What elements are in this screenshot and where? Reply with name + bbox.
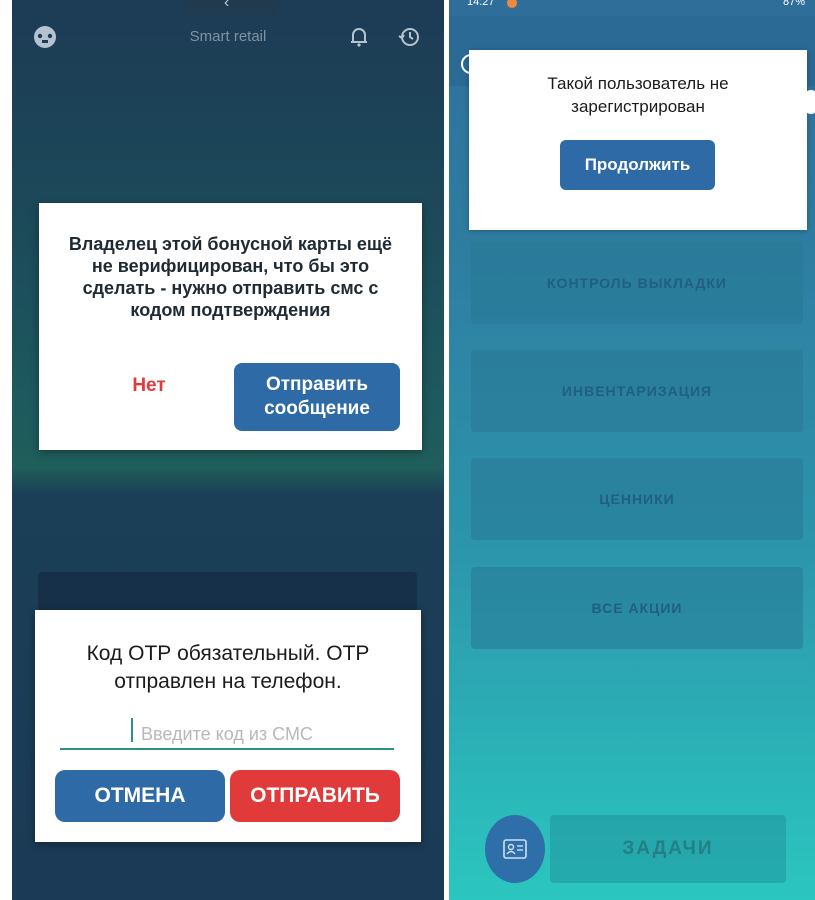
verify-message: Владелец этой бонусной карты ещё не вери… xyxy=(68,234,393,320)
app-title: Smart retail xyxy=(189,28,267,45)
right-screen: 14:27 87% КОНТРОЛЬ ВЫКЛАДКИ ИНВЕНТАРИЗАЦ… xyxy=(449,0,815,900)
back-chevron-icon[interactable]: ‹ xyxy=(184,0,276,14)
unregistered-message: Такой пользователь не зарегистрирован xyxy=(547,74,729,116)
menu-item-display-control[interactable]: КОНТРОЛЬ ВЫКЛАДКИ xyxy=(471,242,803,324)
status-time: 14:27 xyxy=(467,0,495,8)
contact-card-icon xyxy=(503,839,527,859)
no-button[interactable]: Нет xyxy=(109,375,189,397)
menu-item-price-tags[interactable]: ЦЕННИКИ xyxy=(471,458,803,540)
battery-level: 87% xyxy=(782,0,805,8)
text-caret xyxy=(131,718,133,742)
status-bar: 14:27 87% xyxy=(449,0,815,16)
history-icon[interactable] xyxy=(396,24,422,50)
menu-item-all-promotions[interactable]: ВСЕ АКЦИИ xyxy=(471,567,803,649)
unregistered-user-dialog: Такой пользователь не зарегистрирован Пр… xyxy=(469,50,807,230)
menu-item-inventory[interactable]: ИНВЕНТАРИЗАЦИЯ xyxy=(471,350,803,432)
otp-dialog: Код ОТР обязательный. ОТР отправлен на т… xyxy=(35,610,421,842)
verify-card-dialog: Владелец этой бонусной карты ещё не вери… xyxy=(39,203,422,450)
cancel-button[interactable]: ОТМЕНА xyxy=(55,770,225,822)
contact-card-button[interactable] xyxy=(485,815,545,883)
continue-button[interactable]: Продолжить xyxy=(560,140,715,190)
submit-button[interactable]: ОТПРАВИТЬ xyxy=(230,770,400,822)
send-message-button[interactable]: Отправить сообщение xyxy=(234,363,400,431)
notification-dot-icon xyxy=(507,0,517,8)
bell-icon[interactable] xyxy=(346,24,372,50)
edge-handle xyxy=(804,90,815,114)
otp-code-input[interactable] xyxy=(60,720,394,750)
otp-message: Код ОТР обязательный. ОТР отправлен на т… xyxy=(86,642,370,693)
left-screen: ‹ Smart retail Владелец этой бонусной ка… xyxy=(12,0,444,900)
tasks-button[interactable]: ЗАДАЧИ xyxy=(550,815,786,883)
app-top-bar: ‹ Smart retail xyxy=(12,0,444,70)
